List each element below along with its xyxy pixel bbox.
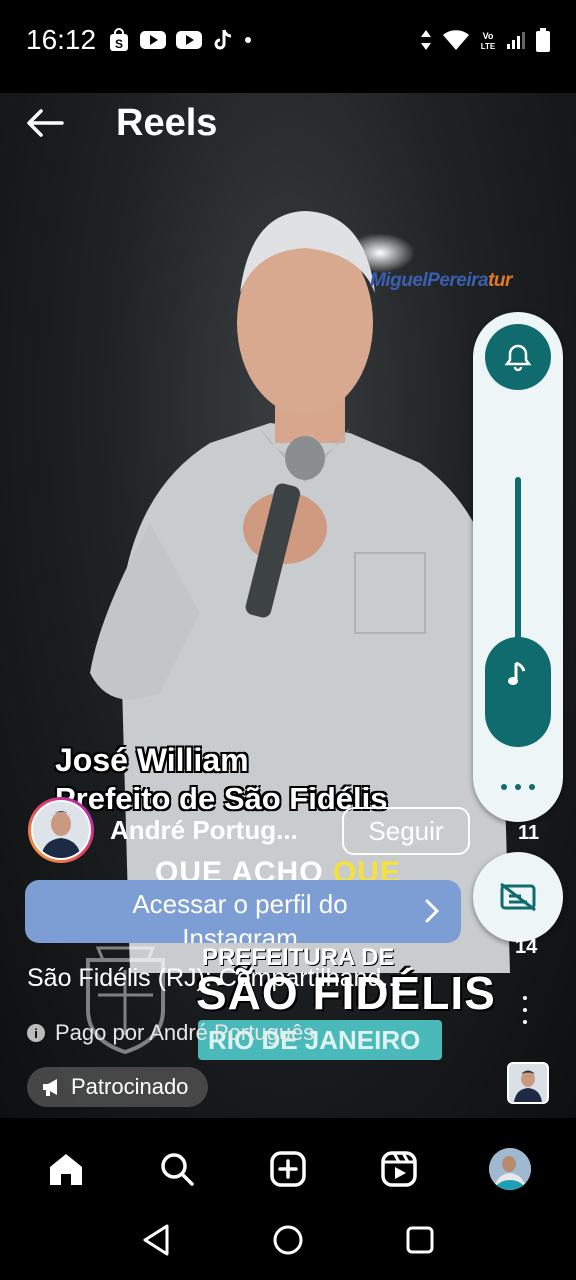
back-icon[interactable] xyxy=(141,1223,171,1262)
profile-avatar[interactable] xyxy=(480,1139,540,1199)
create-icon[interactable] xyxy=(258,1139,318,1199)
signal-icon xyxy=(506,30,526,50)
status-time: 16:12 xyxy=(26,24,97,55)
status-bar: 16:12 S Vo LTE xyxy=(0,0,576,80)
paid-by-row: i Pago por André Português xyxy=(27,1020,314,1046)
captions-off-icon[interactable] xyxy=(473,852,563,942)
cta-label: Acessar o perfil do Instagram xyxy=(132,888,348,944)
back-arrow-icon[interactable] xyxy=(26,108,66,138)
system-navigation xyxy=(0,1205,576,1280)
svg-text:Vo: Vo xyxy=(483,31,494,41)
search-icon[interactable] xyxy=(147,1139,207,1199)
video-caption-name: José William xyxy=(55,742,249,778)
home-icon[interactable] xyxy=(36,1139,96,1199)
tiktok-icon xyxy=(212,28,234,52)
avatar[interactable] xyxy=(28,797,94,863)
sponsor-logo: MiguelPereiratur xyxy=(370,270,512,291)
follow-button[interactable]: Seguir xyxy=(342,807,470,855)
post-author-row: André Portug... Seguir xyxy=(28,797,470,863)
svg-text:S: S xyxy=(115,37,123,51)
reels-icon[interactable] xyxy=(369,1139,429,1199)
sponsored-label: Patrocinado xyxy=(71,1074,189,1099)
username[interactable]: André Portug... xyxy=(110,815,330,846)
megaphone-icon xyxy=(43,1079,57,1096)
reels-header: Reels xyxy=(0,93,576,153)
svg-text:LTE: LTE xyxy=(481,42,496,51)
data-arrows-icon xyxy=(420,29,432,51)
home-circle-icon[interactable] xyxy=(272,1224,304,1261)
visit-profile-button[interactable]: Acessar o perfil do Instagram xyxy=(25,880,461,943)
paid-by-label: Pago por André Português xyxy=(55,1020,315,1045)
audio-thumbnail[interactable] xyxy=(507,1062,549,1104)
battery-icon xyxy=(536,28,550,52)
volte-icon: Vo LTE xyxy=(480,29,496,51)
chevron-right-icon xyxy=(425,899,440,923)
recents-icon[interactable] xyxy=(405,1225,435,1260)
like-count: 11 xyxy=(518,822,540,844)
youtube-icon xyxy=(140,30,167,50)
info-icon: i xyxy=(27,1024,45,1042)
wifi-icon xyxy=(442,29,470,51)
sponsored-badge[interactable]: Patrocinado xyxy=(27,1067,209,1107)
notification-icons: S xyxy=(108,28,252,52)
dot-icon xyxy=(244,36,252,44)
comment-count: 14 xyxy=(515,936,538,958)
post-description[interactable]: São Fidélis (RJ): Compartilhand... xyxy=(27,964,477,993)
more-horizontal-icon[interactable] xyxy=(501,777,535,797)
more-vertical-icon[interactable] xyxy=(520,996,530,1024)
page-title: Reels xyxy=(116,101,218,144)
shopee-icon: S xyxy=(108,28,130,52)
system-status-icons: Vo LTE xyxy=(420,28,550,52)
bottom-navigation xyxy=(0,1133,576,1205)
youtube-icon xyxy=(176,30,203,50)
floating-volume-panel[interactable] xyxy=(473,312,563,822)
music-note-icon[interactable] xyxy=(485,637,551,747)
bell-icon[interactable] xyxy=(485,324,551,390)
